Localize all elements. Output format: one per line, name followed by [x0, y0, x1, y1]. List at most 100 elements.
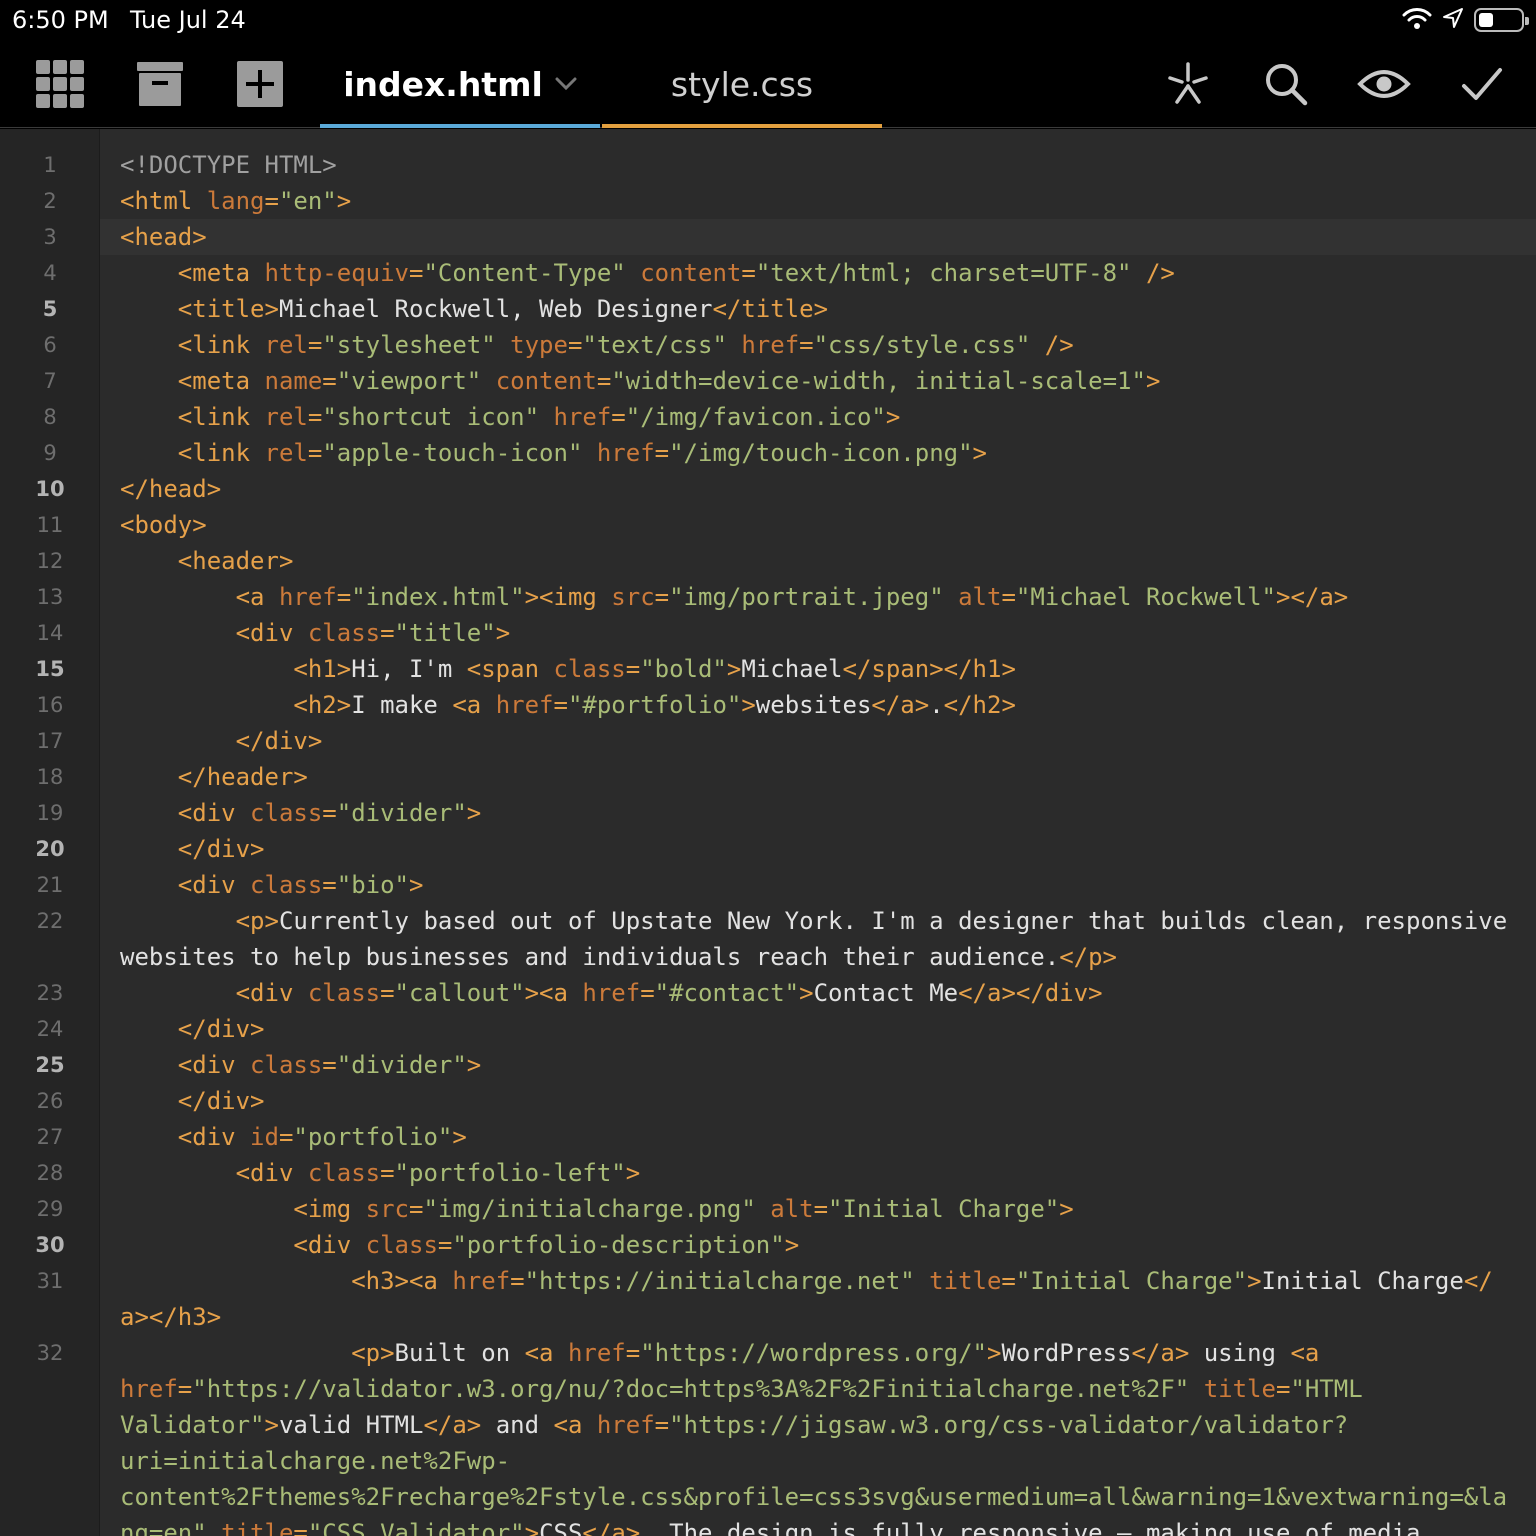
grid-icon[interactable]	[34, 58, 86, 110]
code-line[interactable]: <h1>Hi, I'm <span class="bold">Michael</…	[120, 651, 1016, 687]
code-line[interactable]: <a href="index.html"><img src="img/portr…	[120, 579, 1349, 615]
code-line[interactable]: <img src="img/initialcharge.png" alt="In…	[120, 1191, 1073, 1227]
code-line[interactable]: content%2Fthemes%2Frecharge%2Fstyle.css&…	[120, 1479, 1507, 1515]
code-token: >	[466, 799, 482, 827]
code-token: "bold"	[640, 655, 727, 683]
code-token: =	[553, 691, 568, 719]
code-token: Michael	[741, 655, 843, 683]
code-line[interactable]: a></h3>	[120, 1299, 221, 1335]
code-line[interactable]: <link rel="shortcut icon" href="/img/fav…	[120, 399, 901, 435]
code-token: </div>	[177, 1015, 265, 1043]
code-token: a></h3>	[120, 1303, 222, 1331]
code-line[interactable]: </head>	[120, 471, 221, 507]
code-token: >	[799, 979, 814, 1007]
code-line[interactable]: <header>	[120, 543, 294, 579]
code-token: "Content-Type"	[423, 259, 641, 287]
line-number: 2	[43, 189, 57, 213]
code-line[interactable]: websites to help businesses and individu…	[120, 939, 1117, 975]
code-line[interactable]: </header>	[120, 759, 308, 795]
line-number: 28	[36, 1161, 64, 1185]
code-line[interactable]: <h2>I make <a href="#portfolio">websites…	[120, 687, 1016, 723]
code-line[interactable]: <div class="divider">	[120, 795, 481, 831]
archive-icon[interactable]	[134, 58, 186, 110]
code-line[interactable]: </div>	[120, 723, 323, 759]
code-token: =	[336, 583, 352, 611]
code-line[interactable]: <title>Michael Rockwell, Web Designer</t…	[120, 291, 828, 327]
code-line[interactable]: <body>	[120, 507, 207, 543]
code-line[interactable]: <p>Currently based out of Upstate New Yo…	[120, 903, 1522, 939]
preview-eye-icon[interactable]	[1356, 58, 1412, 110]
code-token: href	[495, 691, 554, 719]
code-token: content	[640, 259, 742, 287]
line-number: 1	[43, 153, 57, 177]
code-token: type	[510, 331, 568, 359]
code-line[interactable]: href="https://validator.w3.org/nu/?doc=h…	[120, 1371, 1363, 1407]
chevron-down-icon[interactable]	[555, 77, 577, 91]
code-token: </header>	[177, 763, 308, 791]
line-number: 10	[35, 477, 65, 501]
code-token: "HTML	[1290, 1375, 1363, 1403]
code-line[interactable]: uri=initialcharge.net%2Fwp-	[120, 1443, 510, 1479]
code-token: Contact Me	[813, 979, 959, 1007]
code-token: =	[741, 259, 756, 287]
code-line[interactable]: <div id="portfolio">	[120, 1119, 467, 1155]
code-line[interactable]: <p>Built on <a href="https://wordpress.o…	[120, 1335, 1319, 1371]
code-token: href	[553, 403, 612, 431]
line-number: 27	[36, 1125, 64, 1149]
code-token: "img/portrait.jpeg"	[669, 583, 959, 611]
code-token: <body>	[120, 511, 207, 539]
search-icon[interactable]	[1260, 58, 1312, 110]
code-token: =	[625, 655, 641, 683]
code-line[interactable]: <div class="portfolio-description">	[120, 1227, 799, 1263]
code-token: href	[452, 1267, 511, 1295]
code-token: "en"	[278, 187, 337, 215]
code-token: <div	[177, 1051, 251, 1079]
code-line[interactable]: <h3><a href="https://initialcharge.net" …	[120, 1263, 1493, 1299]
checkmark-icon[interactable]	[1456, 58, 1508, 110]
code-token: =	[596, 367, 612, 395]
line-number: 17	[36, 729, 64, 753]
add-icon[interactable]	[234, 58, 286, 110]
tab-index-html[interactable]: index.html	[320, 40, 600, 128]
code-token: href	[596, 1411, 655, 1439]
code-token: </title>	[712, 295, 829, 323]
code-line[interactable]: </div>	[120, 1011, 265, 1047]
code-line[interactable]: <div class="callout"><a href="#contact">…	[120, 975, 1103, 1011]
code-token: =	[625, 1339, 641, 1367]
code-line[interactable]: <meta http-equiv="Content-Type" content=…	[120, 255, 1175, 291]
code-token: alt	[770, 1195, 814, 1223]
code-token: ><img	[524, 583, 612, 611]
code-line[interactable]: </div>	[120, 1083, 265, 1119]
code-token: =	[380, 1159, 395, 1187]
code-editor[interactable]: 1 2 3 4 5 6 7 8 9 10 11 12 13 14 15 16 17 18 19 20 21 22 23 24 2…	[0, 129, 1536, 1536]
code-line[interactable]: <div class="title">	[120, 615, 511, 651]
code-line[interactable]: <html lang="en">	[120, 183, 351, 219]
line-number: 16	[36, 693, 64, 717]
code-line[interactable]: <!DOCTYPE HTML>	[120, 147, 337, 183]
code-line[interactable]: <div class="bio">	[120, 867, 424, 903]
tab-style-css[interactable]: style.css	[602, 40, 882, 128]
code-token: <h2>	[293, 691, 352, 719]
code-line[interactable]: ng=en" title="CSS Validator">CSS</a>. Th…	[120, 1515, 1420, 1536]
code-token: "CSS Validator"	[307, 1519, 525, 1536]
snippet-icon[interactable]	[1162, 58, 1214, 110]
code-line[interactable]: <link rel="apple-touch-icon" href="/img/…	[120, 435, 987, 471]
code-token: </a>	[871, 691, 930, 719]
code-line[interactable]: <meta name="viewport" content="width=dev…	[120, 363, 1161, 399]
code-line[interactable]: </div>	[120, 831, 265, 867]
code-line[interactable]: <link rel="stylesheet" type="text/css" h…	[120, 327, 1074, 363]
code-token: alt	[958, 583, 1002, 611]
code-token: websites to help businesses and individu…	[120, 943, 1060, 971]
code-line[interactable]: <head>	[120, 219, 207, 255]
code-line[interactable]: <div class="divider">	[120, 1047, 481, 1083]
code-token: title	[929, 1267, 1002, 1295]
code-token: "text/css"	[582, 331, 742, 359]
code-line[interactable]: <div class="portfolio-left">	[120, 1155, 641, 1191]
tab-underline	[320, 124, 600, 128]
code-token: </p>	[1059, 943, 1117, 971]
code-line[interactable]: Validator">valid HTML</a> and <a href="h…	[120, 1407, 1348, 1443]
